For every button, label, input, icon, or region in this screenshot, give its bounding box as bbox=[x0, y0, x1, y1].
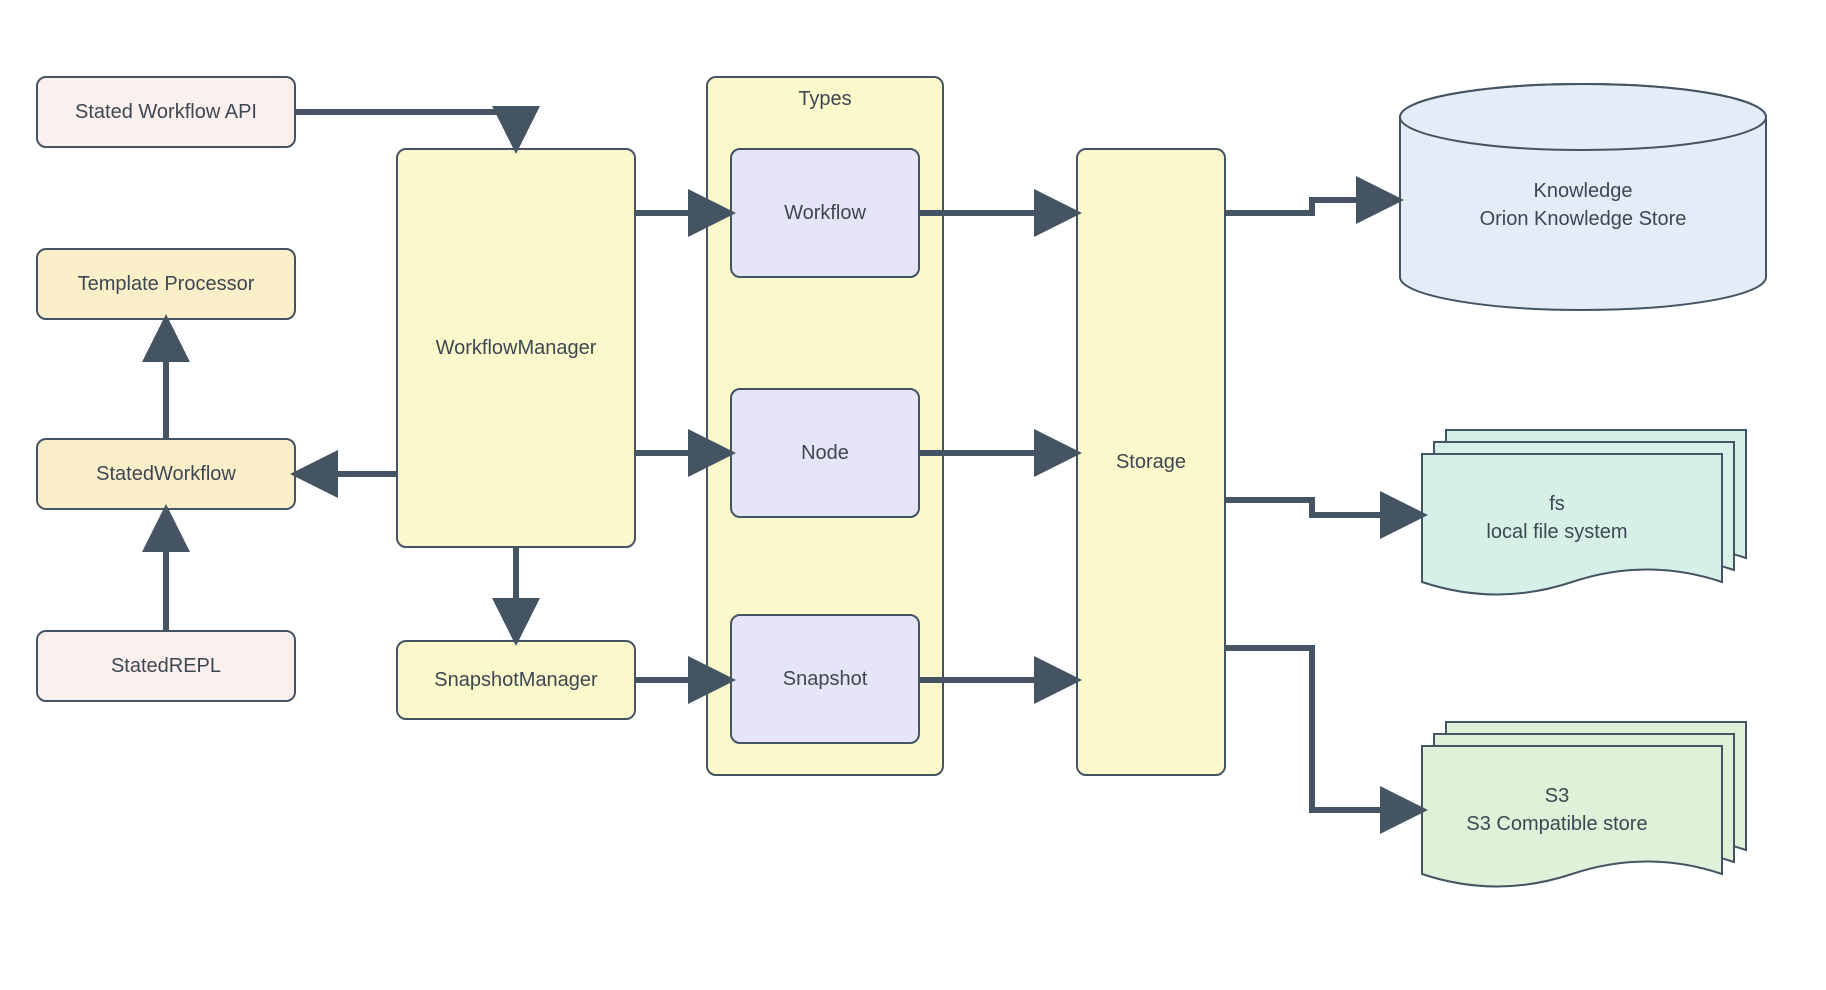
label: SnapshotManager bbox=[434, 669, 597, 692]
node-workflow-manager: WorkflowManager bbox=[396, 148, 636, 548]
node-type-node: Node bbox=[730, 388, 920, 518]
label: Node bbox=[801, 442, 849, 465]
label: WorkflowManager bbox=[436, 337, 597, 360]
label: Stated Workflow API bbox=[75, 101, 257, 124]
node-knowledge-store: Knowledge Orion Knowledge Store bbox=[1398, 82, 1768, 312]
label: Snapshot bbox=[783, 668, 868, 691]
s3-line1: S3 bbox=[1406, 782, 1708, 810]
node-s3: S3 S3 Compatible store bbox=[1420, 720, 1750, 900]
node-type-snapshot: Snapshot bbox=[730, 614, 920, 744]
node-stated-workflow: StatedWorkflow bbox=[36, 438, 296, 510]
types-title: Types bbox=[708, 78, 942, 121]
node-fs: fs local file system bbox=[1420, 428, 1750, 608]
node-type-workflow: Workflow bbox=[730, 148, 920, 278]
knowledge-line2: Orion Knowledge Store bbox=[1398, 205, 1768, 233]
fs-line1: fs bbox=[1406, 490, 1708, 518]
node-template-processor: Template Processor bbox=[36, 248, 296, 320]
knowledge-line1: Knowledge bbox=[1398, 177, 1768, 205]
label: Storage bbox=[1116, 451, 1186, 474]
node-snapshot-manager: SnapshotManager bbox=[396, 640, 636, 720]
fs-line2: local file system bbox=[1406, 518, 1708, 546]
label: Workflow bbox=[784, 202, 866, 225]
label: StatedWorkflow bbox=[96, 463, 236, 486]
node-stated-repl: StatedREPL bbox=[36, 630, 296, 702]
s3-line2: S3 Compatible store bbox=[1406, 810, 1708, 838]
label: Template Processor bbox=[78, 273, 255, 296]
node-stated-workflow-api: Stated Workflow API bbox=[36, 76, 296, 148]
node-storage: Storage bbox=[1076, 148, 1226, 776]
label: StatedREPL bbox=[111, 655, 221, 678]
